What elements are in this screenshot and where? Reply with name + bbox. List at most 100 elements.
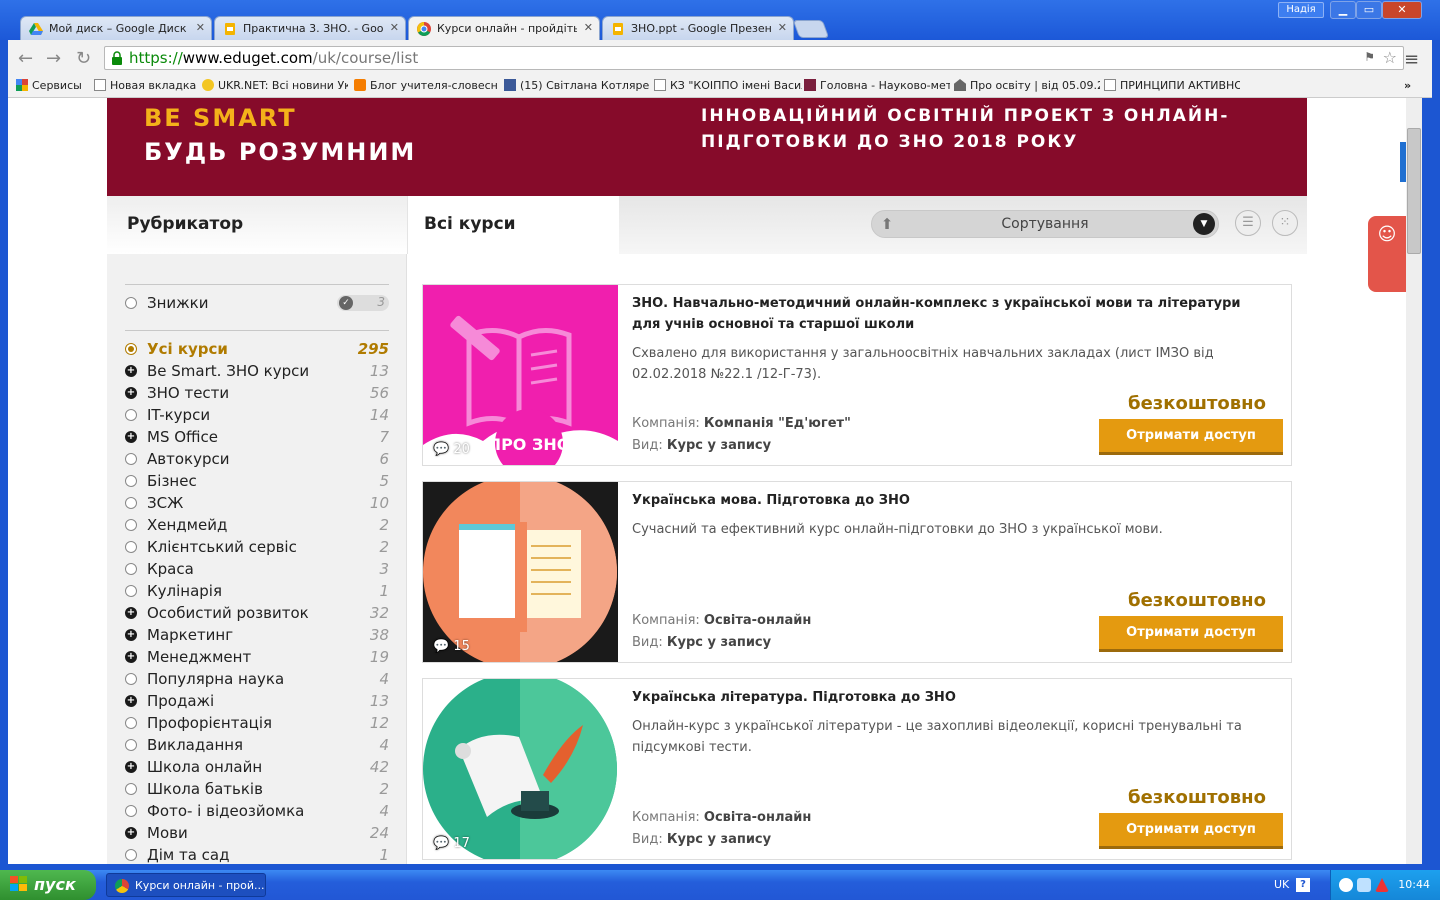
reload-icon[interactable]: ↻ — [76, 48, 91, 69]
language-indicator[interactable]: UK — [1274, 878, 1289, 891]
category-item[interactable]: + Мови 24 — [125, 824, 389, 846]
maximize-button[interactable]: ▭ — [1356, 1, 1382, 19]
address-bar[interactable]: https://www.eduget.com/uk/course/list ⚑ … — [104, 46, 1404, 70]
bookmark-koippo[interactable]: КЗ "КОІППО імені Васил — [654, 79, 802, 92]
expand-plus-icon[interactable]: + — [125, 387, 137, 399]
get-access-button[interactable]: Отримати доступ — [1099, 419, 1283, 455]
translate-icon[interactable]: ⚑ — [1364, 50, 1375, 64]
close-window-button[interactable]: ✕ — [1382, 1, 1422, 19]
expand-plus-icon[interactable]: + — [125, 365, 137, 377]
more-bookmarks-button[interactable]: » — [1404, 79, 1424, 92]
side-tab[interactable] — [1400, 142, 1406, 182]
category-item[interactable]: Краса 3 — [125, 560, 389, 582]
expand-plus-icon[interactable]: + — [125, 431, 137, 443]
bookmark-pryntsypy[interactable]: ПРИНЦИПИ АКТИВНОГО — [1104, 79, 1240, 92]
course-title[interactable]: ЗНО. Навчально-методичний онлайн-комплек… — [632, 293, 1272, 335]
page-scrollbar[interactable] — [1406, 98, 1422, 864]
expand-plus-icon[interactable]: + — [125, 629, 137, 641]
sort-dropdown[interactable]: ⬆ Сортування ▼ — [871, 210, 1219, 238]
list-view-icon[interactable]: ☰ — [1235, 210, 1261, 236]
bookmark-ukrnet[interactable]: UKR.NET: Всі новини Ук — [202, 79, 348, 92]
course-title[interactable]: Українська література. Підготовка до ЗНО — [632, 687, 1272, 708]
category-label: Популярна наука — [147, 670, 285, 688]
course-thumbnail[interactable]: ПРО ЗНО 💬 20 — [423, 285, 618, 465]
grid-view-icon[interactable]: ⁙ — [1272, 210, 1298, 236]
category-item[interactable]: Викладання 4 — [125, 736, 389, 758]
bookmark-blog[interactable]: Блог учителя-словесн — [354, 79, 502, 92]
bookmark-star-icon[interactable]: ☆ — [1383, 48, 1397, 67]
radio-icon — [125, 783, 137, 795]
start-button[interactable]: пуск — [0, 870, 96, 900]
profile-badge[interactable]: Надія — [1278, 2, 1324, 18]
category-item[interactable]: ЗСЖ 10 — [125, 494, 389, 516]
category-label: Профорієнтація — [147, 714, 273, 732]
back-icon[interactable]: ← — [18, 48, 33, 69]
tab-slides-practical[interactable]: Практична 3. ЗНО. - Google ✕ — [214, 16, 406, 40]
tab-close-icon[interactable]: ✕ — [196, 21, 205, 34]
tab-google-drive[interactable]: Мой диск – Google Диск ✕ — [20, 16, 212, 40]
course-title[interactable]: Українська мова. Підготовка до ЗНО — [632, 490, 1272, 511]
tab-close-icon[interactable]: ✕ — [584, 21, 593, 34]
category-item[interactable]: + Маркетинг 38 — [125, 626, 389, 648]
category-item[interactable]: + Менеджмент 19 — [125, 648, 389, 670]
expand-plus-icon[interactable]: + — [125, 827, 137, 839]
filter-discounts[interactable]: Знижки ✓ 3 — [125, 294, 389, 316]
category-item[interactable]: Бізнес 5 — [125, 472, 389, 494]
category-item[interactable]: + MS Office 7 — [125, 428, 389, 450]
bookmark-services[interactable]: Сервисы — [16, 79, 96, 92]
category-item[interactable]: + ЗНО тести 56 — [125, 384, 389, 406]
promo-banner[interactable]: BE SMART БУДЬ РОЗУМНИМ ІННОВАЦІЙНИЙ ОСВІ… — [107, 98, 1307, 196]
warning-icon[interactable] — [1375, 878, 1389, 892]
menu-icon[interactable]: ≡ — [1404, 49, 1419, 70]
comments-count: 💬 20 — [433, 442, 470, 457]
course-card[interactable]: 💬 15 Українська мова. Підготовка до ЗНО … — [422, 481, 1292, 663]
category-item[interactable]: Автокурси 6 — [125, 450, 389, 472]
course-card[interactable]: ПРО ЗНО 💬 20 ЗНО. Навчально-методичний о… — [422, 284, 1292, 466]
category-label: Кулінарія — [147, 582, 222, 600]
network-icon[interactable] — [1357, 878, 1371, 892]
category-item[interactable]: + Be Smart. ЗНО курси 13 — [125, 362, 389, 384]
category-item[interactable]: Кулінарія 1 — [125, 582, 389, 604]
expand-plus-icon[interactable]: + — [125, 761, 137, 773]
category-label: Особистий розвиток — [147, 604, 309, 622]
course-description: Схвалено для використання у загальноосві… — [632, 346, 1214, 382]
category-item[interactable]: + Особистий розвиток 32 — [125, 604, 389, 626]
category-item[interactable]: + Продажі 13 — [125, 692, 389, 714]
category-item[interactable]: Дім та сад 1 — [125, 846, 389, 864]
new-tab-button[interactable] — [792, 20, 830, 38]
facebook-icon — [504, 79, 516, 91]
bookmark-pro-osvitu[interactable]: Про освіту | від 05.09.2 — [954, 79, 1100, 92]
category-item[interactable]: Клієнтський сервіс 2 — [125, 538, 389, 560]
scrollbar-thumb[interactable] — [1407, 128, 1421, 254]
category-item[interactable]: Профорієнтація 12 — [125, 714, 389, 736]
category-item[interactable]: IT-курси 14 — [125, 406, 389, 428]
help-icon[interactable]: ? — [1296, 878, 1310, 892]
bookmark-facebook[interactable]: (15) Світлана Котляре — [504, 79, 650, 92]
expand-plus-icon[interactable]: + — [125, 607, 137, 619]
bookmark-golovna[interactable]: Головна - Науково-мет — [804, 79, 950, 92]
tray-arrow-icon[interactable] — [1339, 878, 1353, 892]
category-item[interactable]: Хендмейд 2 — [125, 516, 389, 538]
get-access-button[interactable]: Отримати доступ — [1099, 813, 1283, 849]
course-thumbnail[interactable]: 💬 15 — [423, 482, 618, 662]
minimize-button[interactable]: ▁ — [1330, 1, 1356, 19]
tab-close-icon[interactable]: ✕ — [390, 21, 399, 34]
course-thumbnail[interactable]: 💬 17 — [423, 679, 618, 859]
expand-plus-icon[interactable]: + — [125, 695, 137, 707]
forward-icon[interactable]: → — [46, 48, 61, 69]
course-card[interactable]: 💬 17 Українська література. Підготовка д… — [422, 678, 1292, 860]
chevron-down-icon[interactable]: ▼ — [1193, 213, 1215, 235]
tab-zno-ppt[interactable]: ЗНО.ppt - Google Презентац ✕ — [602, 16, 794, 40]
expand-plus-icon[interactable]: + — [125, 651, 137, 663]
get-access-button[interactable]: Отримати доступ — [1099, 616, 1283, 652]
category-item[interactable]: Популярна наука 4 — [125, 670, 389, 692]
chat-widget[interactable]: ☺ — [1368, 216, 1406, 292]
tab-close-icon[interactable]: ✕ — [778, 21, 787, 34]
category-item[interactable]: Усі курси 295 — [125, 340, 389, 362]
tab-courses-online[interactable]: Курси онлайн - пройдіть ку ✕ — [408, 16, 600, 40]
category-item[interactable]: Школа батьків 2 — [125, 780, 389, 802]
taskbar-chrome-window[interactable]: Курси онлайн - прой... — [106, 873, 266, 897]
bookmark-new-tab[interactable]: Новая вкладка — [94, 79, 202, 92]
category-item[interactable]: Фото- і відеозйомка 4 — [125, 802, 389, 824]
category-item[interactable]: + Школа онлайн 42 — [125, 758, 389, 780]
